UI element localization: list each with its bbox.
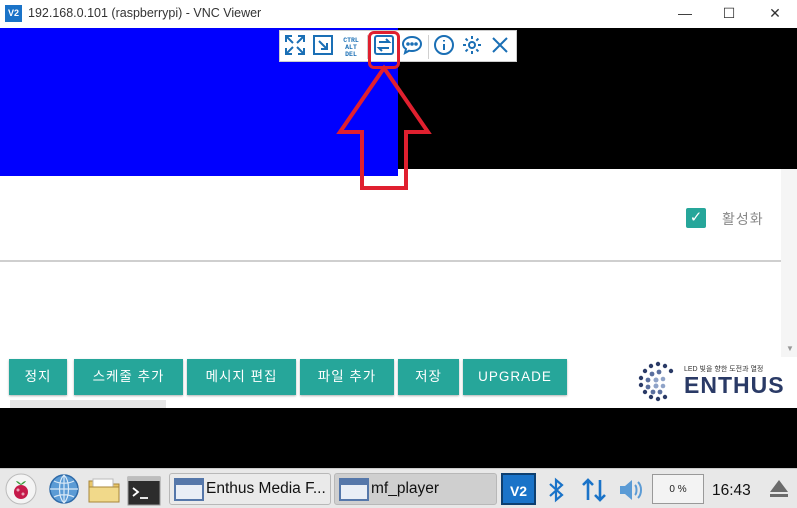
add-file-button[interactable]: 파일 추가 (300, 359, 394, 395)
vnc-server-tray-icon[interactable]: V2 (501, 473, 536, 505)
window-title: 192.168.0.101 (raspberrypi) - VNC Viewer (28, 6, 262, 20)
settings-icon[interactable] (459, 34, 485, 60)
taskbar-item-mf-player[interactable]: mf_player (334, 473, 497, 505)
scale-icon[interactable] (310, 34, 336, 60)
panel-scrollbar[interactable] (781, 169, 797, 357)
info-icon[interactable] (431, 34, 457, 60)
save-button[interactable]: 저장 (398, 359, 459, 395)
upgrade-button[interactable]: UPGRADE (463, 359, 567, 395)
cpu-usage-monitor[interactable]: 0 % (652, 474, 704, 504)
window-titlebar: V2 192.168.0.101 (raspberrypi) - VNC Vie… (0, 0, 797, 28)
volume-icon[interactable] (617, 477, 645, 503)
task-label: Enthus Media F... (206, 480, 326, 497)
window-icon (339, 478, 369, 501)
activate-checkbox[interactable]: ✓ (686, 208, 706, 228)
scroll-down-icon[interactable]: ▼ (786, 344, 794, 353)
toolbar-separator (428, 35, 429, 59)
network-arrows-icon[interactable] (580, 476, 608, 504)
chat-icon[interactable] (399, 34, 425, 60)
bluetooth-icon[interactable] (545, 476, 567, 504)
close-icon[interactable] (487, 34, 513, 60)
activate-label: 활성화 (722, 211, 764, 227)
fullscreen-icon[interactable] (282, 34, 308, 60)
raspberry-menu-icon[interactable] (5, 473, 37, 505)
edit-message-button[interactable]: 메시지 편집 (187, 359, 296, 395)
file-manager-icon[interactable] (87, 474, 121, 506)
task-label: mf_player (371, 480, 440, 497)
window-icon (174, 478, 204, 501)
logo-wordmark: ENTHUS (684, 372, 785, 398)
eject-icon[interactable] (770, 480, 788, 492)
add-schedule-button[interactable]: 스케줄 추가 (74, 359, 183, 395)
enthus-logo-icon (638, 361, 674, 402)
clock[interactable]: 16:43 (712, 482, 751, 500)
web-browser-icon[interactable] (48, 473, 80, 505)
maximize-button[interactable]: ☐ (706, 0, 752, 28)
ctrl-alt-del-icon[interactable]: CTRL ALT DEL (338, 34, 364, 60)
minimize-button[interactable]: — (662, 0, 708, 28)
terminal-icon[interactable] (127, 475, 161, 507)
red-arrow-annotation (336, 64, 432, 190)
stop-button[interactable]: 정지 (9, 359, 67, 395)
eject-icon-bar (770, 494, 788, 497)
vnc-viewer-logo-icon: V2 (5, 5, 22, 22)
taskbar-item-enthus-media[interactable]: Enthus Media F... (169, 473, 331, 505)
remote-black-area-bottom (0, 408, 797, 468)
close-window-button[interactable]: ✕ (752, 0, 797, 28)
